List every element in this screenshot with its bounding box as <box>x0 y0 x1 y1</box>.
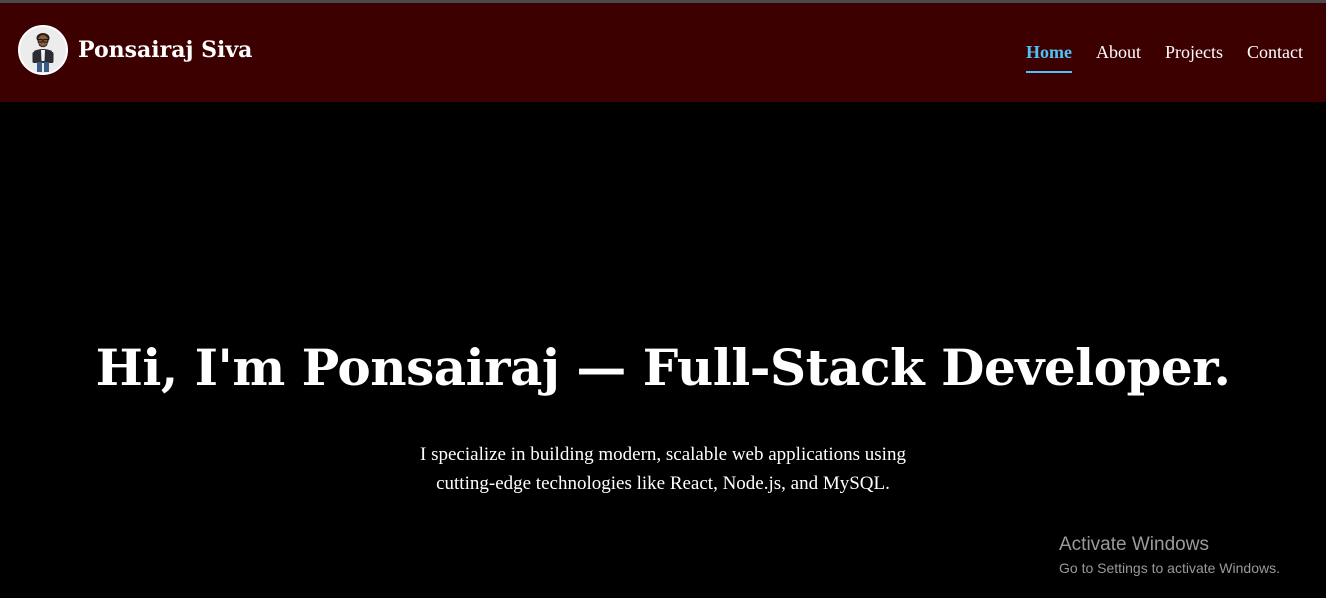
avatar <box>18 25 68 75</box>
avatar-icon <box>20 27 66 73</box>
brand-name: Ponsairaj Siva <box>78 37 253 63</box>
nav-link-projects[interactable]: Projects <box>1165 41 1223 63</box>
brand[interactable]: Ponsairaj Siva <box>18 25 252 75</box>
nav-links: Home About Projects Contact <box>1002 41 1303 73</box>
nav-link-about[interactable]: About <box>1096 41 1141 63</box>
activate-windows-subtitle: Go to Settings to activate Windows. <box>1059 560 1280 576</box>
hero-subtitle-line-1: I specialize in building modern, scalabl… <box>420 444 906 465</box>
nav-link-contact[interactable]: Contact <box>1247 41 1303 63</box>
navbar: Ponsairaj Siva Home About Projects Conta… <box>0 3 1326 102</box>
hero-subtitle-line-2: cutting-edge technologies like React, No… <box>436 473 890 494</box>
activate-windows-watermark: Activate Windows Go to Settings to activ… <box>1059 533 1280 578</box>
nav-link-home[interactable]: Home <box>1026 41 1072 73</box>
hero-subtitle: I specialize in building modern, scalabl… <box>363 440 963 498</box>
activate-windows-title: Activate Windows <box>1059 534 1209 555</box>
hero-title: Hi, I'm Ponsairaj — Full-Stack Developer… <box>95 338 1231 397</box>
